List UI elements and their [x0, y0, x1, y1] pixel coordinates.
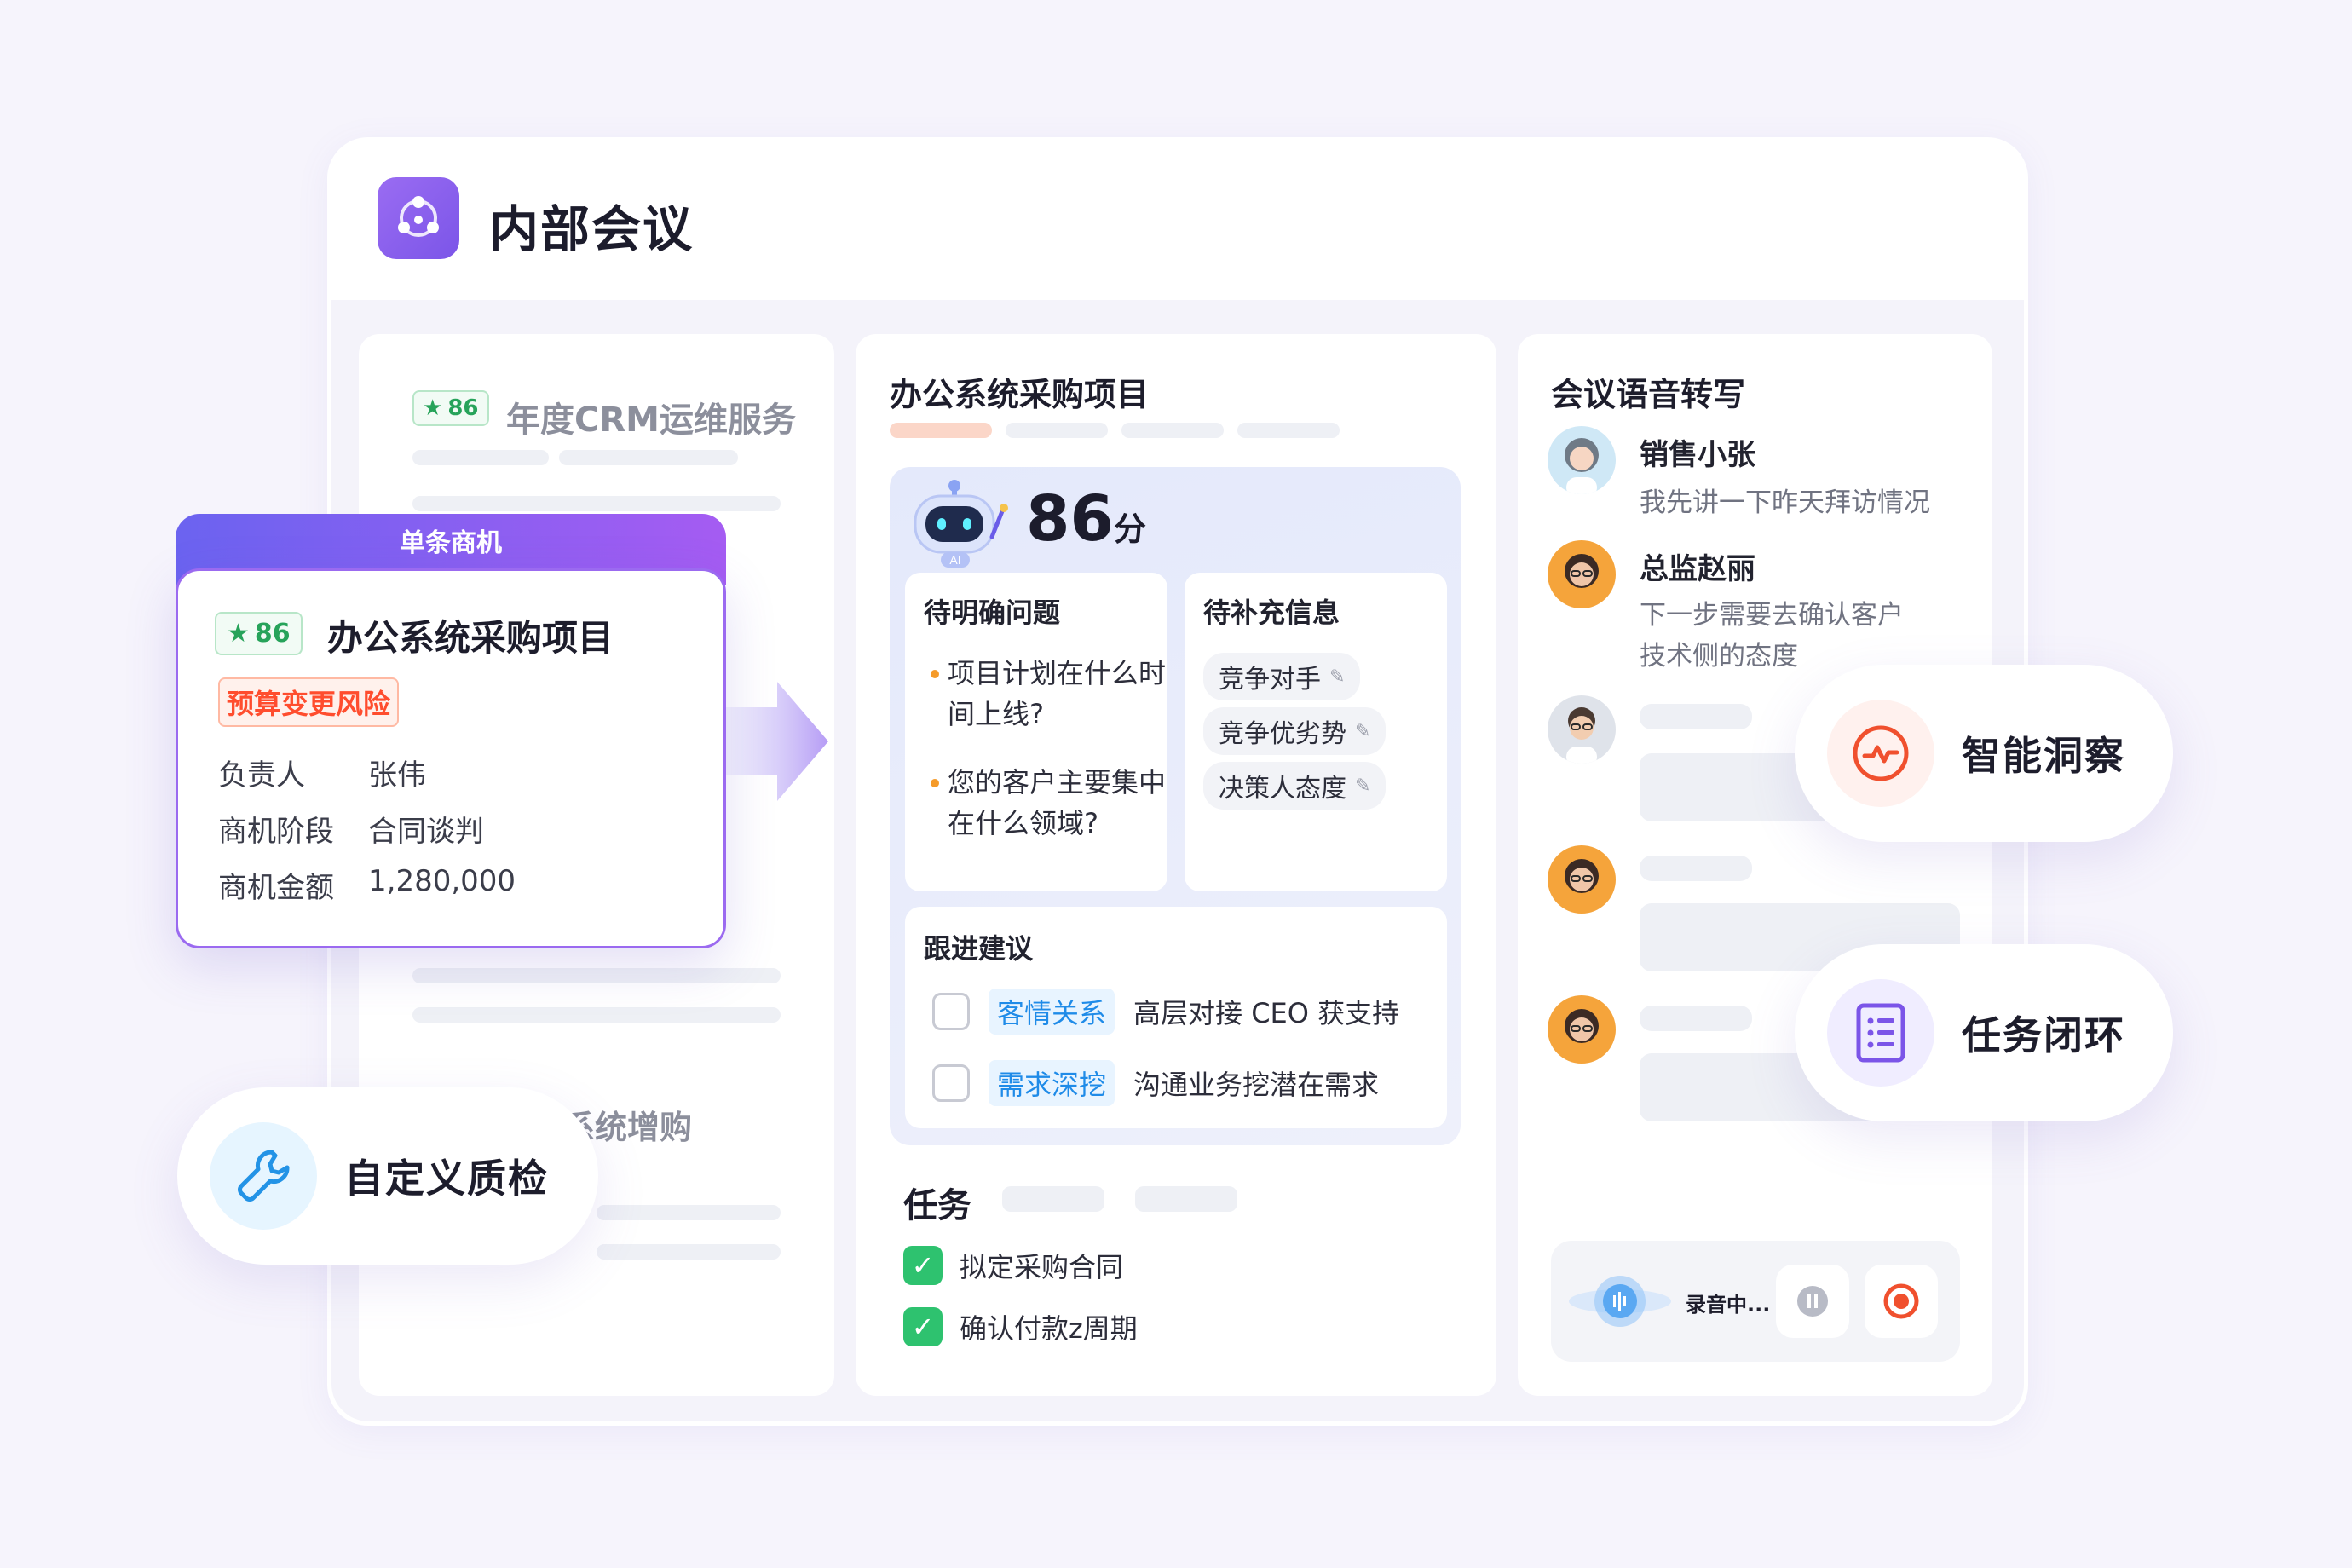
- ai-score: 86分: [1026, 482, 1146, 556]
- feature-label: 自定义质检: [344, 1156, 549, 1202]
- field-label: 商机金额: [218, 871, 334, 905]
- tab-bar[interactable]: [1006, 423, 1108, 438]
- opportunity-title[interactable]: 年度CRM运维服务: [506, 392, 796, 441]
- pause-icon: [1797, 1286, 1828, 1317]
- tab-bar[interactable]: [1237, 423, 1340, 438]
- bullet-dot: [931, 670, 939, 678]
- record-icon: [1883, 1283, 1919, 1319]
- placeholder-bar: [412, 968, 781, 983]
- tasks-title: 任务: [903, 1186, 971, 1225]
- suggestion-text: 沟通业务挖潜在需求: [1133, 1069, 1380, 1101]
- ai-robot-icon: AI: [914, 480, 1008, 568]
- placeholder-bar: [412, 1007, 781, 1023]
- opportunity-card-title: 办公系统采购项目: [327, 617, 614, 659]
- placeholder-bar: [1640, 856, 1752, 881]
- avatar: [1548, 695, 1616, 764]
- task-item[interactable]: ✓ 拟定采购合同: [903, 1246, 1123, 1285]
- info-chip[interactable]: 竞争优劣势 ✎: [1203, 707, 1386, 755]
- app-logo: [378, 177, 459, 259]
- opportunity-score-badge: ★ 86: [412, 390, 489, 426]
- placeholder-bar: [1002, 1186, 1104, 1212]
- suggestion-tag: 客情关系: [989, 989, 1115, 1035]
- score-value: 86: [447, 395, 479, 421]
- avatar: [1548, 426, 1616, 494]
- placeholder-bar: [1640, 704, 1752, 729]
- avatar: [1548, 845, 1616, 914]
- transcript-text: 技术侧的态度: [1640, 641, 1798, 672]
- field-value-amount: 1,280,000: [368, 864, 516, 898]
- feature-label: 智能洞察: [1962, 733, 2125, 779]
- risk-tag: 预算变更风险: [218, 677, 400, 727]
- transcript-text: 我先讲一下昨天拜访情况: [1640, 487, 1930, 518]
- pending-info-title: 待补充信息: [1203, 597, 1340, 629]
- field-value-stage: 合同谈判: [368, 815, 484, 849]
- feature-insight[interactable]: 智能洞察: [1795, 665, 2173, 842]
- insight-icon: [1827, 700, 1934, 807]
- tab-bar[interactable]: [1121, 423, 1224, 438]
- task-list-icon: [1827, 979, 1934, 1087]
- bullet-dot: [931, 779, 939, 787]
- avatar: [1548, 995, 1616, 1064]
- suggestion-row[interactable]: 客情关系 高层对接 CEO 获支持: [932, 989, 1399, 1035]
- suggestion-checkbox[interactable]: [932, 993, 970, 1030]
- placeholder-bar: [412, 450, 549, 465]
- feature-label: 任务闭环: [1962, 1012, 2125, 1058]
- star-check-icon: ★: [227, 619, 250, 649]
- svg-text:AI: AI: [949, 553, 960, 567]
- checklist-icon: [1856, 1003, 1905, 1063]
- transcript-text: 下一步需要去确认客户: [1640, 600, 1904, 631]
- question-item: 您的客户主要集中在什么领域?: [948, 766, 1167, 839]
- wrench-icon-bg: [210, 1122, 317, 1230]
- placeholder-bar: [597, 1205, 781, 1220]
- edit-icon[interactable]: ✎: [1329, 666, 1345, 688]
- info-chip[interactable]: 决策人态度 ✎: [1203, 762, 1386, 810]
- checked-icon[interactable]: ✓: [903, 1246, 943, 1285]
- pulse-icon: [1853, 725, 1909, 781]
- question-item: 项目计划在什么时间上线?: [948, 657, 1167, 730]
- suggestion-checkbox[interactable]: [932, 1064, 970, 1102]
- placeholder-bar: [597, 1244, 781, 1260]
- suggestions-title: 跟进建议: [924, 932, 1034, 965]
- suggestion-text: 高层对接 CEO 获支持: [1133, 997, 1400, 1029]
- detail-title: 办公系统采购项目: [890, 376, 1150, 413]
- placeholder-bar: [559, 450, 738, 465]
- field-label: 负责人: [218, 758, 305, 793]
- speaker-name: 销售小张: [1640, 438, 1755, 472]
- feature-task-loop[interactable]: 任务闭环: [1795, 944, 2173, 1121]
- field-label: 商机阶段: [218, 815, 334, 849]
- flow-arrow-icon: [726, 682, 828, 801]
- pause-button[interactable]: [1776, 1265, 1849, 1338]
- opportunity-score-badge: ★ 86: [215, 612, 303, 655]
- star-check-icon: ★: [423, 395, 443, 421]
- questions-title: 待明确问题: [924, 597, 1061, 629]
- record-button[interactable]: [1865, 1265, 1938, 1338]
- voice-wave-icon: [1569, 1276, 1671, 1327]
- speaker-name: 总监赵丽: [1640, 552, 1755, 586]
- field-value-owner: 张伟: [368, 758, 426, 793]
- checked-icon[interactable]: ✓: [903, 1307, 943, 1346]
- placeholder-bar: [412, 496, 781, 511]
- wrench-icon: [238, 1150, 290, 1202]
- placeholder-bar: [1135, 1186, 1237, 1212]
- recording-status: 录音中...: [1686, 1293, 1771, 1317]
- task-item[interactable]: ✓ 确认付款z周期: [903, 1307, 1138, 1346]
- score-value: 86: [254, 619, 291, 649]
- info-chip[interactable]: 竞争对手 ✎: [1203, 653, 1361, 700]
- edit-icon[interactable]: ✎: [1355, 721, 1370, 742]
- tab-active-bar[interactable]: [890, 423, 992, 438]
- suggestion-tag: 需求深挖: [989, 1060, 1115, 1106]
- placeholder-bar: [1640, 1006, 1752, 1031]
- transcript-title: 会议语音转写: [1551, 376, 1746, 413]
- task-text: 拟定采购合同: [960, 1251, 1124, 1283]
- edit-icon[interactable]: ✎: [1355, 775, 1370, 797]
- suggestion-row[interactable]: 需求深挖 沟通业务挖潜在需求: [932, 1060, 1379, 1106]
- app-title: 内部会议: [489, 200, 695, 258]
- team-icon: [398, 196, 439, 237]
- task-text: 确认付款z周期: [960, 1312, 1138, 1345]
- avatar: [1548, 540, 1616, 608]
- feature-custom-qc[interactable]: 自定义质检: [177, 1087, 598, 1265]
